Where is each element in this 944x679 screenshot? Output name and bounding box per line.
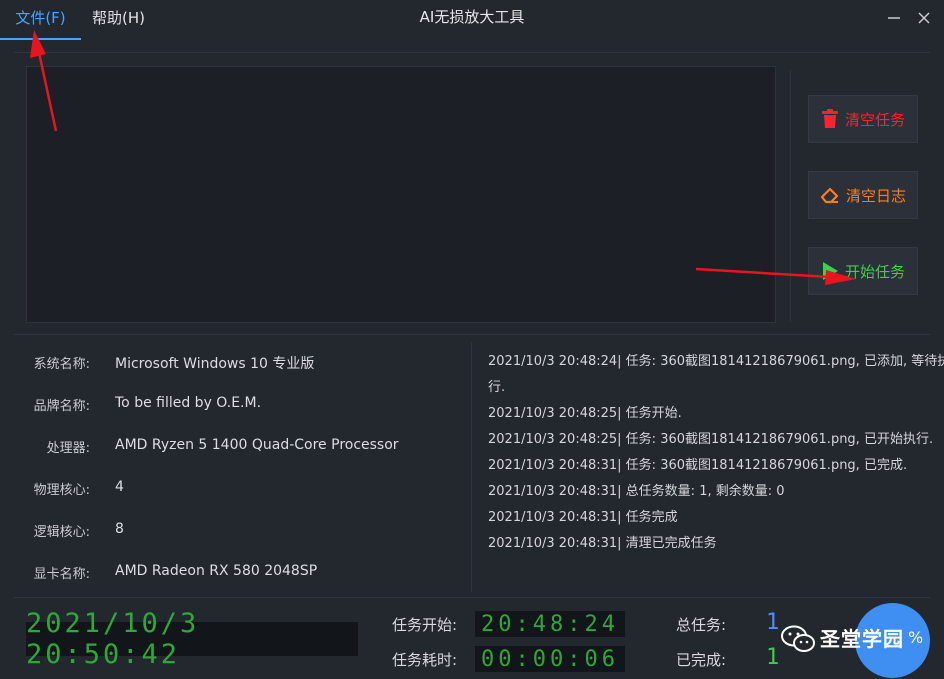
- menu-file[interactable]: 文件(F): [0, 0, 81, 40]
- divider: [471, 342, 472, 592]
- task-start-label: 任务开始:: [392, 616, 458, 634]
- task-drop-area[interactable]: [26, 66, 776, 323]
- total-tasks-label: 总任务:: [676, 616, 727, 634]
- task-start-display: 20:48:24: [475, 611, 625, 637]
- clear-log-button[interactable]: 清空日志: [808, 171, 918, 219]
- info-value: 8: [115, 521, 124, 537]
- divider: [14, 597, 930, 598]
- minimize-button[interactable]: [884, 8, 904, 28]
- log-line: 2021/10/3 20:48:31| 总任务数量: 1, 剩余数量: 0: [488, 484, 785, 499]
- clear-tasks-label: 清空任务: [844, 110, 905, 129]
- info-label: 系统名称:: [33, 357, 90, 372]
- wechat-icon: [781, 625, 815, 652]
- close-icon: [918, 12, 930, 24]
- completed-label: 已完成:: [676, 651, 727, 669]
- start-task-button[interactable]: 开始任务: [808, 247, 918, 295]
- info-value: Microsoft Windows 10 专业版: [115, 356, 315, 372]
- divider: [14, 52, 930, 53]
- task-elapsed-label: 任务耗时:: [392, 651, 458, 669]
- info-label: 处理器:: [46, 441, 90, 456]
- clear-log-label: 清空日志: [845, 186, 906, 205]
- clock-display: 2021/10/3 20:50:42: [26, 608, 358, 670]
- info-label: 显卡名称:: [33, 567, 90, 582]
- info-row-physical-cores: 物理核心: 4: [0, 479, 470, 499]
- log-line: 2021/10/3 20:48:31| 任务完成: [488, 510, 678, 525]
- info-row-brand: 品牌名称: To be filled by O.E.M.: [0, 395, 470, 415]
- info-row-cpu: 处理器: AMD Ryzen 5 1400 Quad-Core Processo…: [0, 437, 470, 457]
- info-label: 物理核心:: [33, 483, 90, 498]
- divider: [790, 70, 791, 322]
- trash-icon: [821, 109, 838, 128]
- info-value: AMD Radeon RX 580 2048SP: [115, 563, 318, 579]
- info-value: To be filled by O.E.M.: [115, 395, 262, 411]
- info-label: 品牌名称:: [33, 399, 90, 414]
- start-task-label: 开始任务: [844, 262, 905, 281]
- info-value: AMD Ryzen 5 1400 Quad-Core Processor: [115, 437, 399, 453]
- divider: [14, 334, 930, 335]
- close-button[interactable]: [914, 8, 934, 28]
- log-line: 2021/10/3 20:48:31| 清理已完成任务: [488, 536, 717, 551]
- log-line: 行.: [488, 380, 506, 395]
- log-line: 2021/10/3 20:48:24| 任务: 360截图18141218679…: [488, 354, 944, 369]
- clear-tasks-button[interactable]: 清空任务: [808, 95, 918, 143]
- eraser-icon: [820, 187, 839, 204]
- info-value: 4: [115, 479, 124, 495]
- watermark-percent: %: [908, 628, 924, 647]
- minimize-icon: [888, 17, 900, 19]
- log-line: 2021/10/3 20:48:25| 任务: 360截图18141218679…: [488, 432, 934, 447]
- log-line: 2021/10/3 20:48:25| 任务开始.: [488, 406, 682, 421]
- task-elapsed-display: 00:00:06: [475, 646, 625, 672]
- log-line: 2021/10/3 20:48:31| 任务: 360截图18141218679…: [488, 458, 908, 473]
- info-row-logical-cores: 逻辑核心: 8: [0, 521, 470, 541]
- play-icon: [822, 262, 838, 280]
- info-row-gpu: 显卡名称: AMD Radeon RX 580 2048SP: [0, 563, 470, 583]
- watermark-text: 圣堂学园: [820, 627, 904, 651]
- menu-help[interactable]: 帮助(H): [92, 0, 152, 40]
- info-row-os: 系统名称: Microsoft Windows 10 专业版: [0, 353, 470, 373]
- title-bar: 文件(F) 帮助(H) AI无损放大工具: [0, 0, 944, 40]
- info-label: 逻辑核心:: [33, 525, 90, 540]
